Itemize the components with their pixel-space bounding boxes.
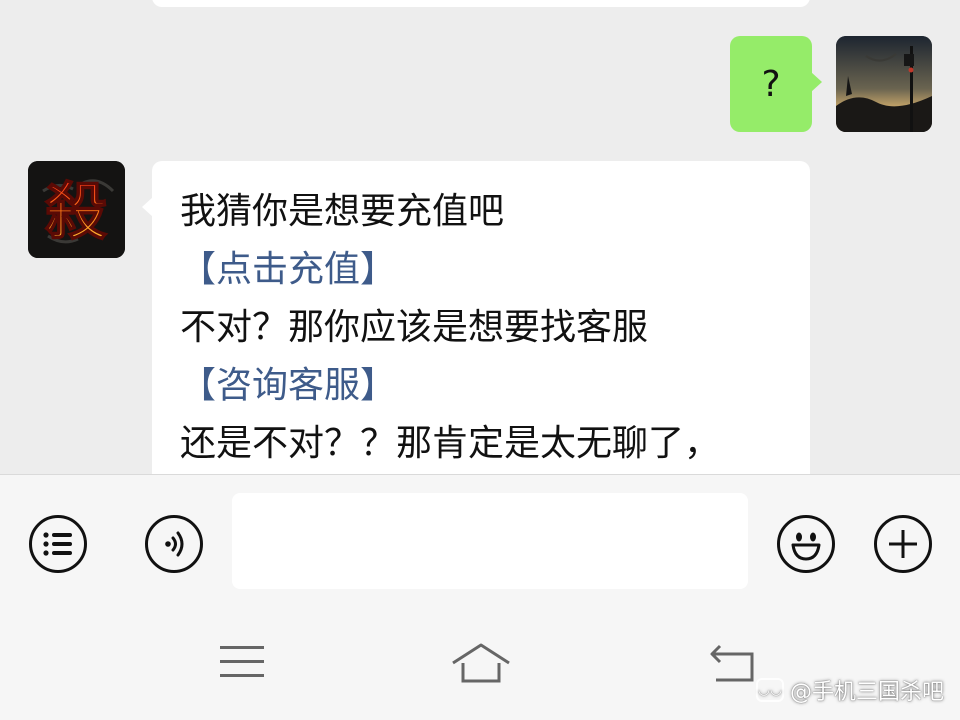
my-avatar[interactable] <box>836 36 932 132</box>
home-icon <box>452 643 510 683</box>
back-icon <box>710 644 754 682</box>
my-avatar-image <box>836 36 932 132</box>
more-button[interactable] <box>874 515 932 573</box>
bot-message-line: 我猜你是想要充值吧 <box>180 191 505 232</box>
home-button[interactable] <box>446 638 516 688</box>
my-message-text: ? <box>761 63 781 105</box>
menu-lines-icon <box>220 646 264 677</box>
sanguosha-logo-icon: 殺 <box>28 161 125 258</box>
message-input[interactable] <box>232 493 748 589</box>
list-menu-icon <box>43 532 72 556</box>
bot-message-line: 还是不对？？那肯定是太无聊了， <box>180 423 721 464</box>
back-button[interactable] <box>700 638 764 688</box>
menu-button[interactable] <box>29 515 87 573</box>
chat-area[interactable]: ? 殺 我猜你是想要充值吧 【点击充值】 不对？那你应该是想要找客服 【咨询客服… <box>0 0 960 474</box>
chat-screen: ? 殺 我猜你是想要充值吧 【点击充值】 不对？那你应该是想要找客服 【咨询客服… <box>0 0 960 720</box>
customer-service-link[interactable]: 【咨询客服】 <box>180 357 784 415</box>
voice-icon <box>165 531 184 557</box>
watermark: ◡◡ @手机三国杀吧 <box>755 674 944 706</box>
plus-icon <box>889 530 917 558</box>
tieba-logo-icon: ◡◡ <box>755 678 784 702</box>
svg-text:殺: 殺 <box>45 175 107 248</box>
system-nav-bar: ◡◡ @手机三国杀吧 <box>0 612 960 720</box>
watermark-text: @手机三国杀吧 <box>789 680 944 705</box>
voice-button[interactable] <box>145 515 203 573</box>
bot-message-line: 不对？那你应该是想要找客服 <box>180 307 649 348</box>
previous-message-bubble[interactable] <box>152 0 810 7</box>
emoji-icon <box>791 532 821 561</box>
recharge-link[interactable]: 【点击充值】 <box>180 241 784 299</box>
recent-apps-button[interactable] <box>212 640 272 684</box>
emoji-button[interactable] <box>777 515 835 573</box>
bot-message-bubble[interactable]: 我猜你是想要充值吧 【点击充值】 不对？那你应该是想要找客服 【咨询客服】 还是… <box>142 161 810 474</box>
my-message-bubble[interactable]: ? <box>730 36 822 132</box>
bot-avatar[interactable]: 殺 <box>28 161 125 258</box>
input-bar <box>0 474 960 613</box>
